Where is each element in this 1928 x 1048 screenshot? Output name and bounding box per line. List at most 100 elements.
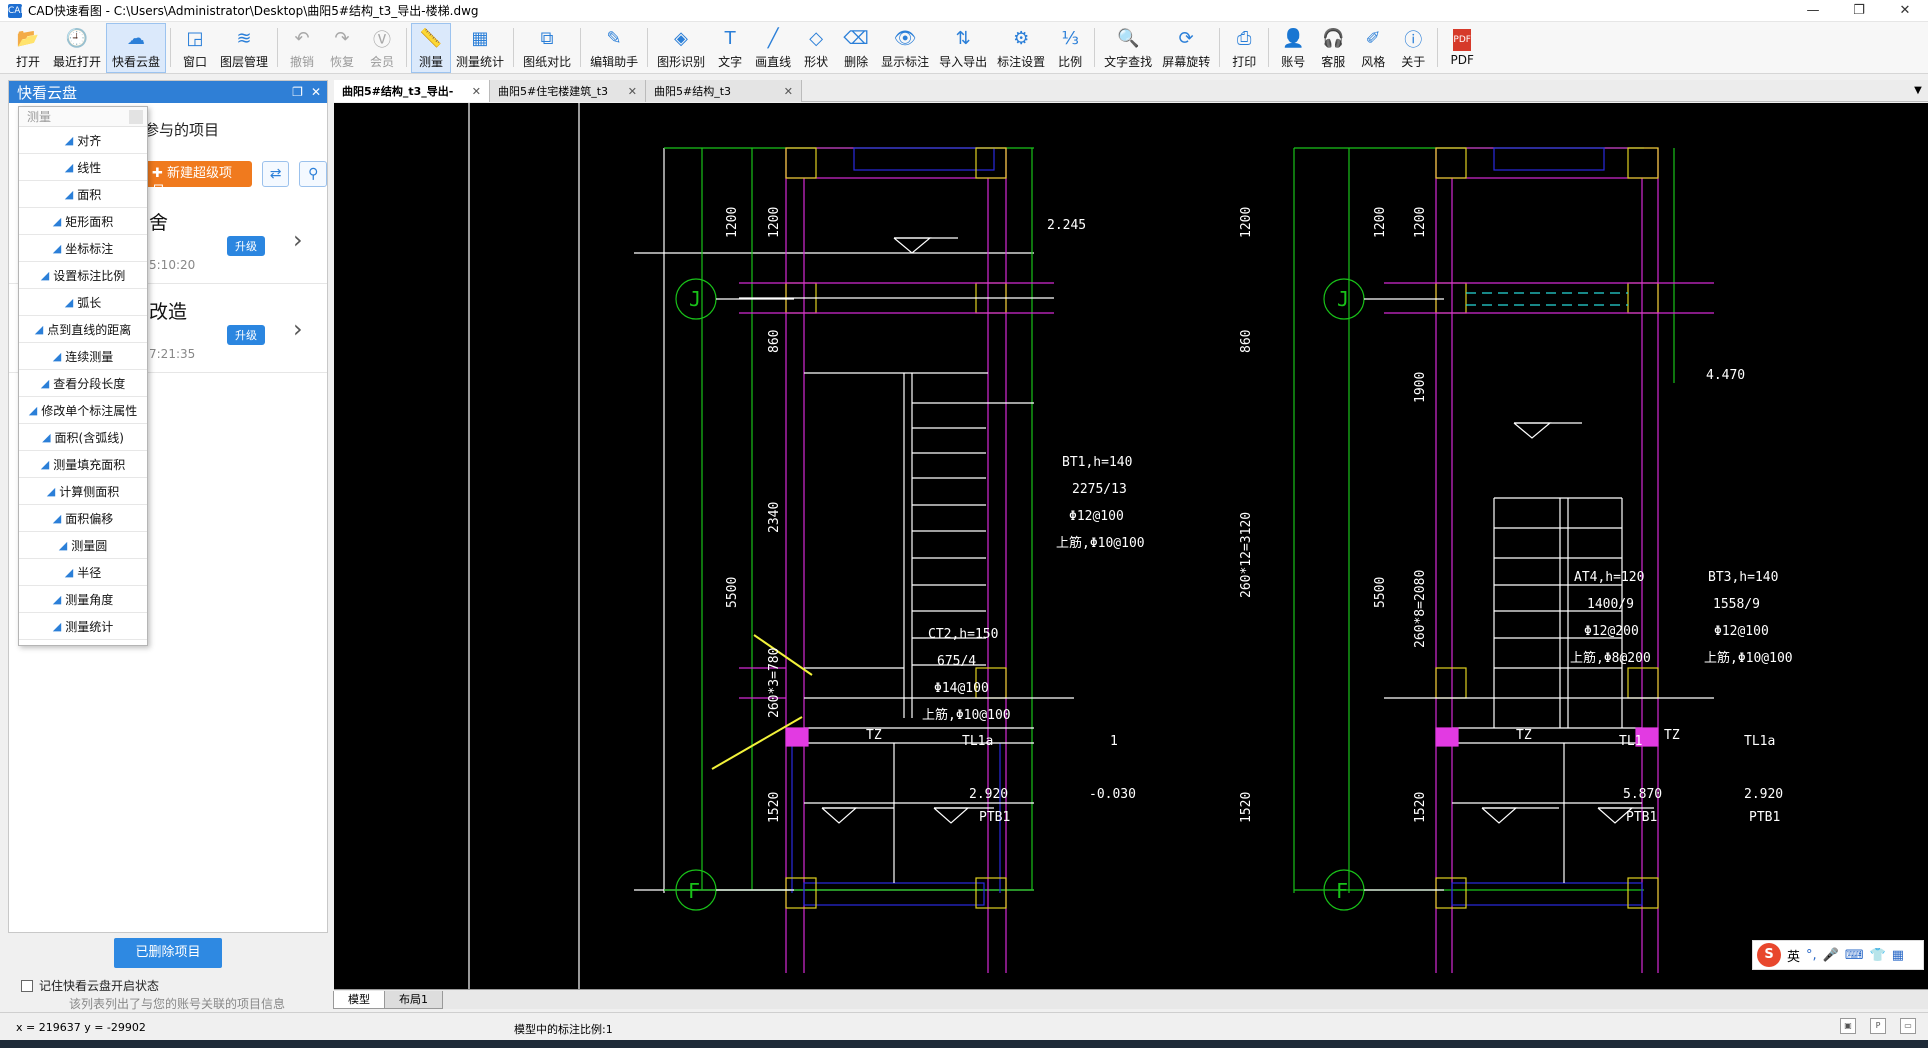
measure-menu-item[interactable]: ◢ 矩形面积 <box>19 208 147 235</box>
toolbar-button[interactable]: 📏 测量 <box>411 23 452 73</box>
microphone-icon[interactable]: 🎤 <box>1823 948 1839 963</box>
remember-panel-state[interactable]: 记住快看云盘开启状态 <box>21 977 159 994</box>
toolbar-button[interactable]: Ⓥ 会员 <box>362 23 402 73</box>
toolbar-button-label: 关于 <box>1401 54 1426 69</box>
panel-float-icon[interactable]: ❐ <box>292 85 303 99</box>
drawing-canvas[interactable]: J F J F 1200 1200 860 2340 5500 260*3=78… <box>334 103 1928 989</box>
measure-menu-item[interactable]: ◢ 半径 <box>19 559 147 586</box>
measure-tool-icon: ◢ <box>52 214 62 228</box>
project-time: 5:10:20 <box>149 258 196 272</box>
toolbar-button[interactable]: ✐ 风格 <box>1353 23 1393 73</box>
measure-menu-item[interactable]: ◢ 线性 <box>19 154 147 181</box>
panel-toggle-icon[interactable]: ▭ <box>1900 1018 1916 1034</box>
toolbar-button[interactable]: ⎙ 打印 <box>1224 23 1264 73</box>
upgrade-button[interactable]: 升级 <box>227 236 265 256</box>
toolbar-button[interactable]: ⇅ 导入导出 <box>934 23 992 73</box>
toolbar-button[interactable]: ⓘ 关于 <box>1393 23 1433 73</box>
toolbar-button[interactable]: 👁 显示标注 <box>876 23 934 73</box>
toolbar-button[interactable]: 🕘 最近打开 <box>48 23 106 73</box>
toolbar-button[interactable]: ◇ 形状 <box>796 23 836 73</box>
chevron-right-icon[interactable]: › <box>293 226 303 254</box>
toolbar-button[interactable]: ⧉ 图纸对比 <box>518 23 576 73</box>
tab-close-icon[interactable]: ✕ <box>464 85 481 98</box>
toolbar-button[interactable]: ≋ 图层管理 <box>215 23 273 73</box>
measure-menu-item[interactable]: ◢ 设置标注比例 <box>19 262 147 289</box>
toolbar-button[interactable]: ✎ 编辑助手 <box>585 23 643 73</box>
measure-menu-item[interactable]: ◢ 测量圆 <box>19 532 147 559</box>
new-super-project-button[interactable]: ✚ 新建超级项目 <box>144 161 252 199</box>
tab-close-icon[interactable]: ✕ <box>620 85 637 98</box>
toolbar-button[interactable]: ⚙ 标注设置 <box>992 23 1050 73</box>
restore-button[interactable]: ❐ <box>1836 0 1882 22</box>
measure-menu-item[interactable]: ◢ 面积 <box>19 181 147 208</box>
toolbar-separator <box>277 28 279 67</box>
pdf-export-icon[interactable]: P <box>1870 1018 1886 1034</box>
punctuation-icon[interactable]: °, <box>1806 948 1817 963</box>
deleted-projects-button[interactable]: 已删除项目 <box>114 938 222 968</box>
document-tab[interactable]: 曲阳5#结构_t3 ✕ <box>646 80 802 102</box>
toolbar-button[interactable]: ◈ 图形识别 <box>652 23 710 73</box>
upgrade-button[interactable]: 升级 <box>227 325 265 345</box>
measure-menu-item[interactable]: ◢ 测量角度 <box>19 586 147 613</box>
ime-language[interactable]: 英 <box>1787 946 1800 965</box>
layout-tab[interactable]: 模型 <box>333 990 385 1009</box>
measure-menu-item[interactable]: ◢ 对齐 <box>19 127 147 154</box>
level-text: 4.470 <box>1706 368 1745 383</box>
skin-icon[interactable]: 👕 <box>1870 948 1886 963</box>
measure-menu-item[interactable]: ◢ 修改单个标注属性 <box>19 397 147 424</box>
slab-label: PTB1 <box>1626 810 1657 825</box>
measure-menu-item[interactable]: ◢ 连续测量 <box>19 343 147 370</box>
toolbar-button[interactable]: ⌫ 删除 <box>836 23 876 73</box>
document-tab[interactable]: 曲阳5#结构_t3_导出- ✕ <box>334 80 490 102</box>
measure-menu-item[interactable]: ◢ 坐标标注 <box>19 235 147 262</box>
document-tab-label: 曲阳5#结构_t3_导出- <box>342 85 454 98</box>
remember-checkbox[interactable] <box>21 979 33 992</box>
remember-label: 记住快看云盘开启状态 <box>39 979 160 993</box>
toolbar-button[interactable]: ↶ 撤销 <box>282 23 322 73</box>
toolbar-button[interactable]: PDF PDF <box>1442 23 1482 73</box>
toolbar-button[interactable]: 👤 账号 <box>1273 23 1313 73</box>
measure-icon: 📏 <box>419 28 443 49</box>
measure-menu-item[interactable]: ◢ 面积偏移 <box>19 505 147 532</box>
level-text: 2.245 <box>1047 218 1086 233</box>
toolbar-button[interactable]: ↷ 恢复 <box>322 23 362 73</box>
chevron-right-icon[interactable]: › <box>293 315 303 343</box>
measure-menu-item[interactable]: ◢ 查看分段长度 <box>19 370 147 397</box>
dim-text: 2340 <box>767 502 782 533</box>
panel-close-icon[interactable]: ✕ <box>311 85 321 99</box>
measure-menu-item[interactable]: ◢ 测量统计 <box>19 613 147 640</box>
snap-icon[interactable]: ▣ <box>1840 1018 1856 1034</box>
toolbar-button[interactable]: ▦ 测量统计 <box>451 23 509 73</box>
measure-menu-item[interactable]: ◢ 弧长 <box>19 289 147 316</box>
tab-close-icon[interactable]: ✕ <box>776 85 793 98</box>
measure-menu-item[interactable]: ◢ 面积(含弧线) <box>19 424 147 451</box>
measure-menu-close-icon[interactable] <box>129 110 143 124</box>
measure-menu-item[interactable]: ◢ 点到直线的距离 <box>19 316 147 343</box>
sync-icon[interactable]: ⇄ <box>261 161 290 187</box>
text-icon: T <box>724 28 736 49</box>
toolbar-button[interactable]: ☁ 快看云盘 <box>106 23 167 73</box>
close-button[interactable]: ✕ <box>1882 0 1928 22</box>
measure-menu-item[interactable]: ◢ 计算侧面积 <box>19 478 147 505</box>
cursor-coordinates: x = 219637 y = -29902 <box>16 1021 146 1034</box>
cloud-panel-header: 快看云盘 ❐ ✕ <box>9 81 327 103</box>
toolbar-button[interactable]: T 文字 <box>710 23 750 73</box>
toolbar-button[interactable]: 🎧 客服 <box>1313 23 1353 73</box>
measure-menu-item[interactable]: ◢ 测量填充面积 <box>19 451 147 478</box>
search-icon[interactable]: ⚲ <box>299 161 328 187</box>
toolbar-button[interactable]: ⅓ 比例 <box>1050 23 1090 73</box>
document-tab[interactable]: 曲阳5#住宅楼建筑_t3 ✕ <box>490 80 646 102</box>
toolbar-button[interactable]: ╱ 画直线 <box>750 23 796 73</box>
toolbar-button[interactable]: ◲ 窗口 <box>175 23 215 73</box>
toolbox-icon[interactable]: ▦ <box>1892 948 1904 963</box>
ime-toolbar[interactable]: S 英 °, 🎤 ⌨ 👕 ▦ <box>1752 940 1924 970</box>
toolbar-button[interactable]: 📂 打开 <box>8 23 48 73</box>
toolbar-button[interactable]: ⟳ 屏幕旋转 <box>1157 23 1215 73</box>
tabs-dropdown-icon[interactable]: ▼ <box>1908 80 1928 101</box>
toolbar-button[interactable]: 🔍 文字查找 <box>1099 23 1157 73</box>
minimize-button[interactable]: — <box>1790 0 1836 22</box>
keyboard-icon[interactable]: ⌨ <box>1845 948 1864 963</box>
axis-j-label: J <box>689 287 701 311</box>
measure-menu-title: 测量 <box>19 107 147 127</box>
layout-tab[interactable]: 布局1 <box>384 990 443 1009</box>
